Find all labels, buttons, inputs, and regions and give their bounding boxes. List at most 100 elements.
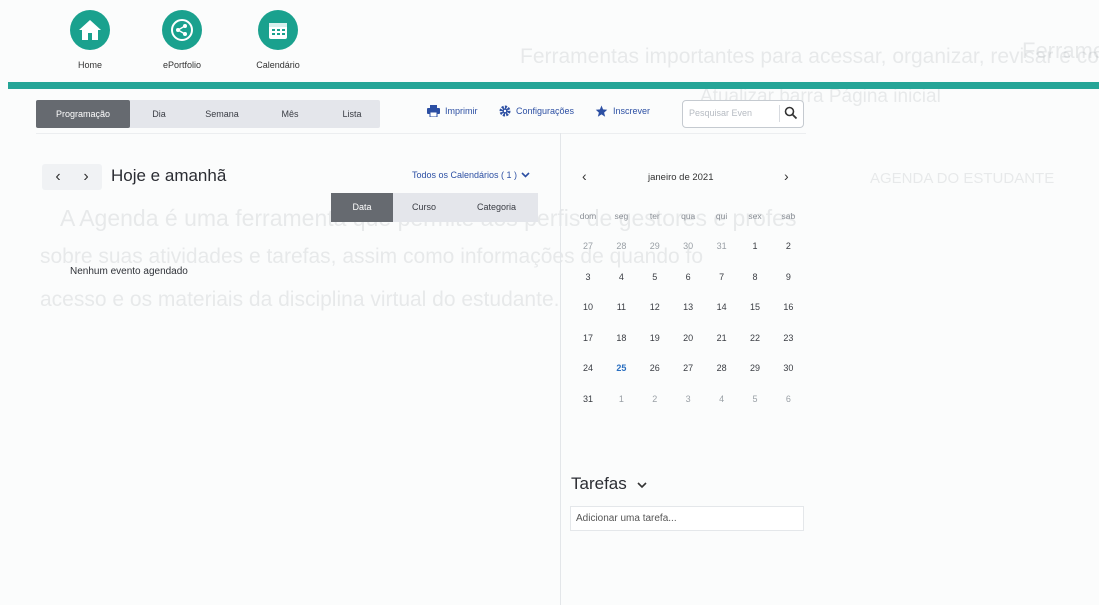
calendar-day[interactable]: 30 xyxy=(671,241,705,251)
sort-tab-categoria[interactable]: Categoria xyxy=(455,193,538,222)
tab-mes[interactable]: Mês xyxy=(256,100,324,128)
agenda-title: Hoje e amanhã xyxy=(111,166,227,185)
calendar-icon xyxy=(258,10,298,50)
calendar-day[interactable]: 28 xyxy=(705,363,739,373)
calendar-day[interactable]: 31 xyxy=(705,241,739,251)
chevron-right-icon: › xyxy=(784,168,789,184)
view-tabs: Programação Dia Semana Mês Lista xyxy=(36,100,380,128)
weekday-label: ter xyxy=(649,211,660,221)
calendar-day[interactable]: 3 xyxy=(671,394,705,404)
calendar-day[interactable]: 2 xyxy=(771,241,805,251)
tasks-title: Tarefas xyxy=(571,474,627,493)
search-input[interactable] xyxy=(689,101,777,125)
tab-semana[interactable]: Semana xyxy=(188,100,256,128)
chevron-left-icon: ‹ xyxy=(582,168,587,184)
search-separator xyxy=(779,105,780,122)
calendar-day-today[interactable]: 25 xyxy=(604,363,638,373)
bleed-through-text: AGENDA DO ESTUDANTE xyxy=(870,170,1055,187)
calendar-day[interactable]: 17 xyxy=(571,333,605,343)
nav-home[interactable]: Home xyxy=(55,10,125,70)
calendar-day[interactable]: 9 xyxy=(771,272,805,282)
calendar-day[interactable]: 11 xyxy=(604,302,638,312)
share-icon xyxy=(162,10,202,50)
calendar-day[interactable]: 27 xyxy=(671,363,705,373)
month-previous-button[interactable]: ‹ xyxy=(582,168,587,184)
chevron-left-icon: ‹ xyxy=(55,168,61,185)
home-icon xyxy=(70,10,110,50)
tab-lista[interactable]: Lista xyxy=(324,100,380,128)
chevron-down-icon xyxy=(637,474,647,494)
nav-home-label: Home xyxy=(77,60,102,70)
calendar-day[interactable]: 14 xyxy=(705,302,739,312)
calendar-day[interactable]: 21 xyxy=(705,333,739,343)
print-label: Imprimir xyxy=(445,106,478,116)
weekday-label: seg xyxy=(614,211,629,221)
calendar-day[interactable]: 3 xyxy=(571,272,605,282)
calendar-day[interactable]: 15 xyxy=(738,302,772,312)
calendar-day[interactable]: 31 xyxy=(571,394,605,404)
calendar-day[interactable]: 13 xyxy=(671,302,705,312)
search-icon[interactable] xyxy=(784,106,798,125)
calendar-day[interactable]: 5 xyxy=(638,272,672,282)
calendar-day[interactable]: 1 xyxy=(604,394,638,404)
settings-label: Configurações xyxy=(516,106,575,116)
date-navigator: ‹ › xyxy=(42,164,102,190)
bleed-through-text: Ferramentas importantes para acessar, or… xyxy=(520,45,1099,68)
settings-button[interactable]: Configurações xyxy=(499,105,574,117)
calendar-day[interactable]: 4 xyxy=(604,272,638,282)
calendar-day[interactable]: 8 xyxy=(738,272,772,282)
weekday-label: qua xyxy=(681,211,696,221)
printer-icon xyxy=(427,105,440,117)
previous-button[interactable]: ‹ xyxy=(44,164,72,190)
calendar-day[interactable]: 22 xyxy=(738,333,772,343)
calendar-day[interactable]: 30 xyxy=(771,363,805,373)
calendar-day[interactable]: 6 xyxy=(771,394,805,404)
header-accent-bar xyxy=(8,82,1099,89)
calendar-day[interactable]: 16 xyxy=(771,302,805,312)
tab-dia[interactable]: Dia xyxy=(130,100,188,128)
weekday-label: sex xyxy=(748,211,762,221)
weekday-label: sab xyxy=(781,211,796,221)
calendar-day[interactable]: 28 xyxy=(604,241,638,251)
calendar-day[interactable]: 7 xyxy=(705,272,739,282)
weekday-label: dom xyxy=(579,211,597,221)
calendar-day[interactable]: 19 xyxy=(638,333,672,343)
calendar-day[interactable]: 24 xyxy=(571,363,605,373)
sort-tab-data[interactable]: Data xyxy=(331,193,393,222)
calendar-day[interactable]: 27 xyxy=(571,241,605,251)
month-title: janeiro de 2021 xyxy=(648,172,714,183)
chevron-down-icon xyxy=(521,170,530,180)
nav-calendar[interactable]: Calendário xyxy=(243,10,313,70)
calendar-day[interactable]: 29 xyxy=(738,363,772,373)
tab-programacao[interactable]: Programação xyxy=(36,100,130,128)
panel-divider xyxy=(560,133,561,605)
calendar-filter-dropdown[interactable]: Todos os Calendários ( 1 ) xyxy=(412,170,530,180)
calendar-day[interactable]: 4 xyxy=(705,394,739,404)
calendar-filter-label: Todos os Calendários ( 1 ) xyxy=(412,170,518,180)
search-box xyxy=(682,100,804,128)
gear-icon xyxy=(499,105,511,117)
nav-eportfolio[interactable]: ePortfolio xyxy=(147,10,217,70)
next-button[interactable]: › xyxy=(72,164,100,190)
calendar-day[interactable]: 23 xyxy=(771,333,805,343)
weekday-label: qui xyxy=(715,211,728,221)
calendar-day[interactable]: 6 xyxy=(671,272,705,282)
calendar-day[interactable]: 12 xyxy=(638,302,672,312)
calendar-day[interactable]: 18 xyxy=(604,333,638,343)
calendar-day[interactable]: 29 xyxy=(638,241,672,251)
calendar-day[interactable]: 20 xyxy=(671,333,705,343)
add-task-input[interactable] xyxy=(570,506,804,531)
calendar-day[interactable]: 26 xyxy=(638,363,672,373)
sort-tab-curso[interactable]: Curso xyxy=(393,193,455,222)
toolbar-divider xyxy=(36,133,806,134)
subscribe-label: Inscrever xyxy=(613,106,651,116)
calendar-day[interactable]: 2 xyxy=(638,394,672,404)
month-next-button[interactable]: › xyxy=(784,168,789,184)
tasks-header[interactable]: Tarefas xyxy=(571,474,647,494)
chevron-right-icon: › xyxy=(83,168,89,185)
calendar-day[interactable]: 1 xyxy=(738,241,772,251)
print-button[interactable]: Imprimir xyxy=(427,105,478,117)
subscribe-button[interactable]: Inscrever xyxy=(595,105,650,117)
calendar-day[interactable]: 10 xyxy=(571,302,605,312)
calendar-day[interactable]: 5 xyxy=(738,394,772,404)
